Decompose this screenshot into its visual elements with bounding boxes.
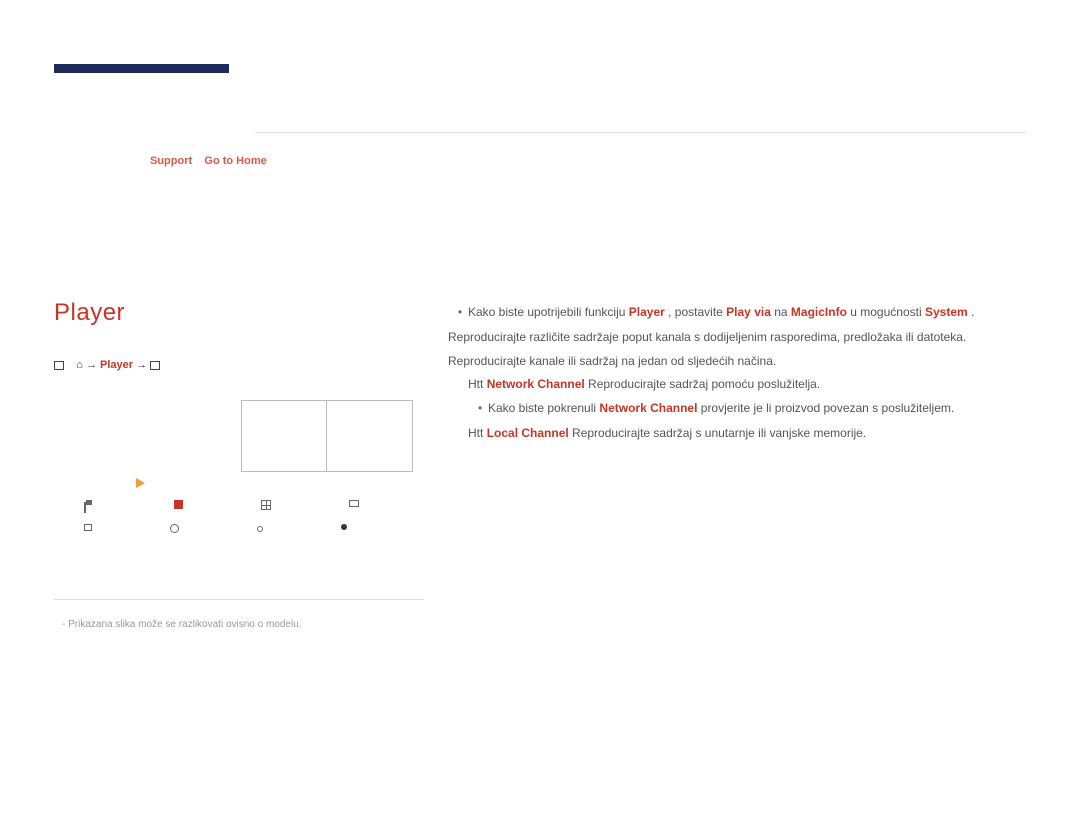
breadcrumb: Support Go to Home [150, 155, 1080, 167]
term-network-channel: Network Channel [487, 377, 585, 391]
player-navigation: ⌂ → Player → [54, 359, 424, 371]
text: Htt [468, 377, 483, 391]
preview-cell-1 [241, 400, 327, 472]
preview-thumbnails [241, 400, 424, 472]
small-circle-icon [257, 526, 263, 532]
flag-icon [84, 500, 96, 512]
text: Reproducirajte sadržaj pomoću poslužitel… [588, 377, 820, 391]
text: Kako biste pokrenuli [488, 401, 599, 415]
preview-cell-2 [327, 400, 413, 472]
player-title: Player [54, 299, 424, 327]
term-playvia: Play via [726, 305, 771, 319]
controls-row-2 [84, 524, 424, 533]
section-divider [54, 599, 424, 600]
text: Htt [468, 426, 483, 440]
text: . [971, 305, 974, 319]
network-channel-item: Htt Network Channel Reproducirajte sadrž… [448, 374, 1032, 394]
preview-area [54, 400, 424, 533]
term-system: System [925, 305, 968, 319]
text: u mogućnosti [850, 305, 925, 319]
player-section: Player ⌂ → Player → [54, 299, 424, 371]
text: provjerite je li proizvod povezan s posl… [701, 401, 954, 415]
house-icon: ⌂ [76, 359, 83, 371]
play-icon [136, 478, 145, 488]
paragraph-1: Reproducirajte različite sadržaje poput … [448, 327, 1032, 347]
term-magicinfo: MagicInfo [791, 305, 847, 319]
text: Reproducirajte sadržaj s unutarnje ili v… [572, 426, 866, 440]
breadcrumb-support: Support [150, 155, 192, 167]
sub-bullet-network: Kako biste pokrenuli Network Channel pro… [448, 398, 1032, 418]
local-channel-item: Htt Local Channel Reproducirajte sadržaj… [448, 423, 1032, 443]
text: , postavite [668, 305, 726, 319]
circle-icon [170, 524, 179, 533]
term-network-channel: Network Channel [599, 401, 697, 415]
paragraph-2: Reproducirajte kanale ili sadržaj na jed… [448, 351, 1032, 371]
grid-icon [261, 500, 271, 510]
stop-icon [174, 500, 183, 509]
footnote: - Prikazana slika može se razlikovati ov… [62, 619, 302, 630]
term-local-channel: Local Channel [487, 426, 569, 440]
top-rule [255, 132, 1026, 133]
breadcrumb-goto: Go to Home [204, 155, 266, 167]
chapter-bar [54, 64, 229, 73]
controls-row-1 [84, 500, 424, 512]
rect-icon [349, 500, 359, 507]
player-nav-label: Player [100, 359, 133, 371]
dot-icon [341, 524, 347, 530]
text: Kako biste upotrijebili funkciju [468, 305, 629, 319]
bullet-usage: Kako biste upotrijebili funkciju Player … [448, 302, 1032, 322]
home-icon [54, 361, 64, 370]
text: na [774, 305, 791, 319]
enter-icon [150, 361, 160, 370]
term-player: Player [629, 305, 665, 319]
square-icon [84, 524, 92, 531]
description-content: Kako biste upotrijebili funkciju Player … [448, 302, 1032, 446]
